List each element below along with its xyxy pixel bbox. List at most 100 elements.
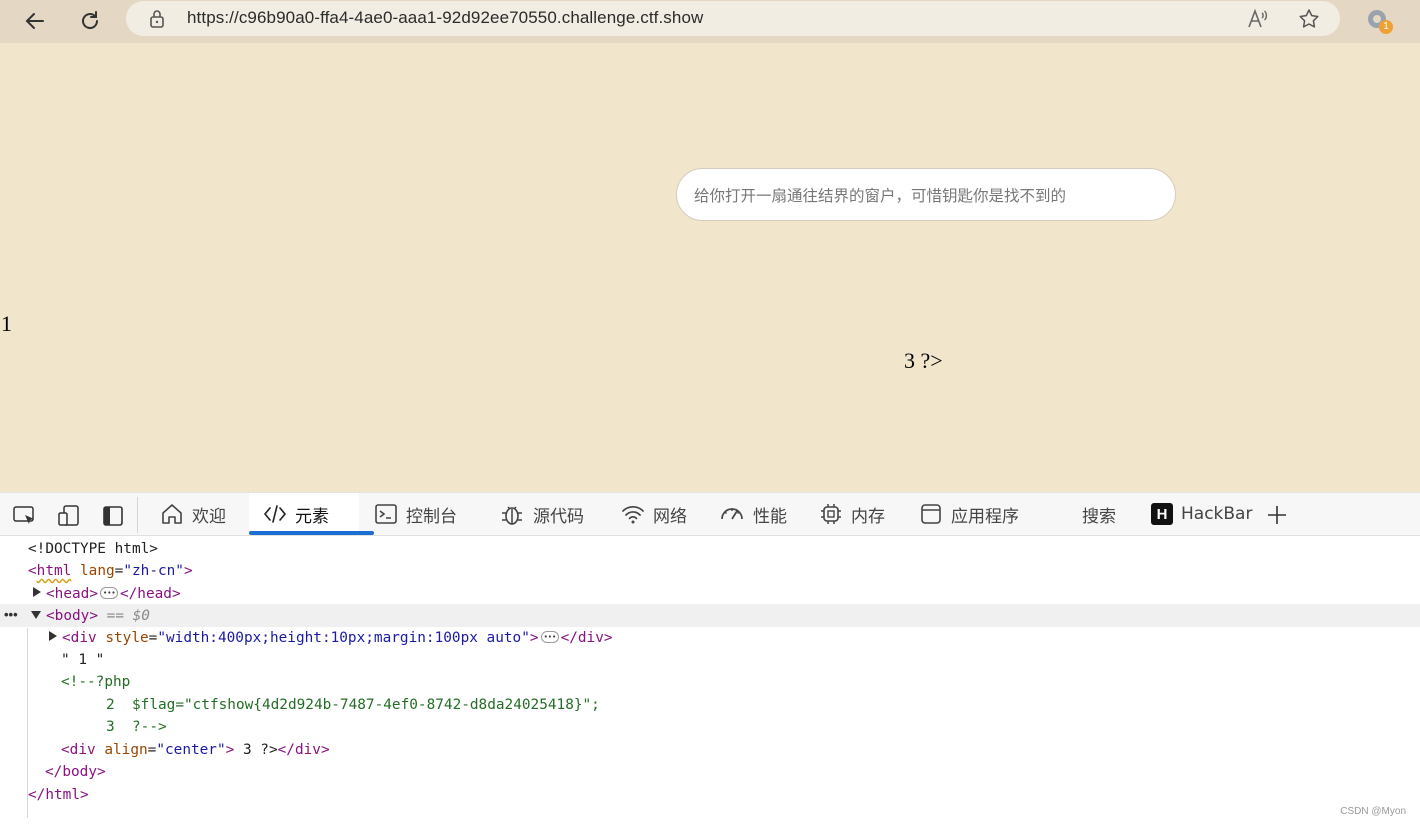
comment-line-number: 3 bbox=[106, 719, 115, 735]
dom-comment-line-2[interactable]: 2 $flag="ctfshow{4d2d924b-7487-4ef0-8742… bbox=[106, 694, 600, 716]
wifi-icon bbox=[622, 505, 644, 524]
hackbar-icon: H bbox=[1151, 503, 1173, 525]
div2-attr-name: align bbox=[104, 742, 148, 758]
div-attr-value: "width:400px;height:10px;margin:100px au… bbox=[157, 630, 530, 646]
tab-search-label: 搜索 bbox=[1082, 506, 1116, 527]
tab-performance-label: 性能 bbox=[753, 506, 787, 527]
doctype-text: <!DOCTYPE html> bbox=[28, 541, 158, 557]
div-open-tag: <div bbox=[62, 630, 97, 646]
expand-triangle-icon[interactable] bbox=[33, 587, 41, 597]
div-attr-name: style bbox=[105, 630, 149, 646]
dom-text-node[interactable]: " 1 " bbox=[61, 649, 104, 671]
add-tab-icon[interactable] bbox=[1265, 503, 1289, 527]
back-arrow-icon bbox=[25, 13, 44, 29]
extension-badge: 1 bbox=[1379, 20, 1393, 34]
toolbar-divider bbox=[137, 497, 138, 533]
extension-button[interactable]: 1 bbox=[1363, 5, 1395, 37]
selected-node-marker: == $0 bbox=[106, 608, 150, 624]
collapsed-ellipsis-icon[interactable] bbox=[540, 626, 559, 648]
dom-div-center[interactable]: <div align="center"> 3 ?></div> bbox=[61, 739, 330, 761]
gauge-icon bbox=[721, 508, 743, 520]
message-box: 给你打开一扇通往结界的窗户，可惜钥匙你是找不到的 bbox=[676, 168, 1176, 221]
tab-network[interactable]: 网络 bbox=[621, 493, 687, 535]
tab-memory-label: 内存 bbox=[851, 506, 885, 527]
div-open-end: > bbox=[529, 630, 539, 646]
code-icon bbox=[263, 505, 287, 523]
dom-body-open[interactable]: <body> == $0 bbox=[31, 605, 150, 627]
tab-application-label: 应用程序 bbox=[951, 506, 1019, 527]
tab-console-label: 控制台 bbox=[406, 506, 457, 527]
watermark-text: CSDN @Myon⁠ bbox=[1340, 806, 1406, 817]
dom-div-style[interactable]: <div style="width:400px;height:10px;marg… bbox=[49, 626, 613, 649]
bug-icon bbox=[502, 506, 522, 525]
page-text-three: 3 ?> bbox=[904, 348, 943, 373]
browser-toolbar: https://c96b90a0-ffa4-4ae0-aaa1-92d92ee7… bbox=[0, 0, 1420, 43]
head-open-tag: <head> bbox=[46, 586, 98, 602]
div2-open-end: > bbox=[225, 742, 235, 758]
tab-elements[interactable]: 元素 bbox=[249, 493, 374, 535]
collapsed-ellipsis-icon[interactable] bbox=[99, 582, 118, 604]
collapse-triangle-icon[interactable] bbox=[31, 611, 41, 619]
message-text: 给你打开一扇通往结界的窗户，可惜钥匙你是找不到的 bbox=[694, 187, 1067, 205]
tab-application[interactable]: 应用程序 bbox=[919, 493, 1019, 535]
html-attr-value: "zh-cn" bbox=[123, 563, 184, 579]
div-close-tag: </div> bbox=[560, 630, 613, 646]
dom-head[interactable]: <head> </head> bbox=[33, 582, 181, 605]
tab-sources[interactable]: 源代码 bbox=[499, 493, 584, 535]
body-open-tag: <body> bbox=[46, 608, 98, 624]
comment-line-number: 2 bbox=[106, 697, 115, 713]
dom-body-close[interactable]: </body> bbox=[45, 761, 106, 783]
text-node-value: " 1 " bbox=[61, 652, 105, 668]
body-close-tag: </body> bbox=[45, 764, 106, 780]
dom-html-open[interactable]: <html lang="zh-cn"> bbox=[28, 560, 193, 582]
html-attr-name: lang bbox=[80, 563, 115, 579]
read-aloud-icon[interactable] bbox=[1246, 8, 1270, 30]
page-viewport: 给你打开一扇通往结界的窗户，可惜钥匙你是找不到的 1 3 ?> bbox=[0, 43, 1420, 492]
div2-attr-value: "center" bbox=[156, 742, 226, 758]
tab-elements-label: 元素 bbox=[295, 506, 329, 527]
tab-console[interactable]: 控制台 bbox=[374, 493, 457, 535]
devtools-tab-bar: 欢迎 元素 控制台 源代码 网络 性能 内存 应用程序 搜索 H HackBar bbox=[0, 492, 1420, 536]
dom-comment-line-3[interactable]: 3 ?--> bbox=[106, 716, 167, 738]
tab-welcome-label: 欢迎 bbox=[192, 506, 226, 527]
back-button[interactable] bbox=[19, 5, 51, 37]
refresh-button[interactable] bbox=[74, 5, 106, 37]
div2-close-tag: </div> bbox=[277, 742, 330, 758]
url-text[interactable]: https://c96b90a0-ffa4-4ae0-aaa1-92d92ee7… bbox=[187, 8, 703, 28]
home-icon bbox=[162, 504, 182, 524]
page-text-one: 1 bbox=[1, 311, 12, 336]
refresh-icon bbox=[82, 11, 98, 29]
dom-doctype[interactable]: <!DOCTYPE html> bbox=[28, 538, 158, 560]
div2-text: 3 ?> bbox=[234, 742, 278, 758]
app-icon bbox=[921, 504, 941, 524]
favorite-star-icon[interactable] bbox=[1297, 7, 1321, 31]
tab-welcome[interactable]: 欢迎 bbox=[160, 493, 226, 535]
tab-performance[interactable]: 性能 bbox=[719, 493, 787, 535]
elements-panel: ••• <!DOCTYPE html> <html lang="zh-cn"> … bbox=[0, 536, 1420, 825]
head-close-tag: </head> bbox=[119, 586, 181, 602]
lock-icon[interactable] bbox=[148, 9, 166, 29]
chip-icon bbox=[821, 504, 841, 524]
tab-sources-label: 源代码 bbox=[533, 506, 584, 527]
html-tag-name: html bbox=[36, 563, 72, 579]
dom-html-close[interactable]: </html> bbox=[28, 784, 89, 806]
tab-memory[interactable]: 内存 bbox=[819, 493, 885, 535]
dock-sidebar-icon[interactable] bbox=[100, 503, 126, 529]
selected-row-highlight bbox=[0, 604, 1420, 627]
address-bar[interactable]: https://c96b90a0-ffa4-4ae0-aaa1-92d92ee7… bbox=[126, 1, 1340, 36]
tab-network-label: 网络 bbox=[653, 506, 687, 527]
tab-search[interactable]: 搜索 bbox=[1074, 493, 1116, 535]
row-actions-icon[interactable]: ••• bbox=[4, 604, 18, 626]
comment-open-text: <!--?php bbox=[61, 674, 131, 690]
inspect-element-icon[interactable] bbox=[12, 503, 38, 529]
html-close-tag: </html> bbox=[28, 787, 89, 803]
expand-triangle-icon[interactable] bbox=[49, 631, 57, 641]
console-icon bbox=[375, 504, 397, 524]
flag-text: $flag="ctfshow{4d2d924b-7487-4ef0-8742-d… bbox=[132, 697, 600, 713]
tab-hackbar[interactable]: H HackBar bbox=[1151, 493, 1252, 535]
tab-hackbar-label: HackBar bbox=[1181, 504, 1253, 524]
device-emulation-icon[interactable] bbox=[56, 503, 82, 529]
dom-comment-open[interactable]: <!--?php bbox=[61, 671, 130, 693]
comment-close-text: ?--> bbox=[132, 719, 167, 735]
div2-open-tag: <div bbox=[61, 742, 96, 758]
